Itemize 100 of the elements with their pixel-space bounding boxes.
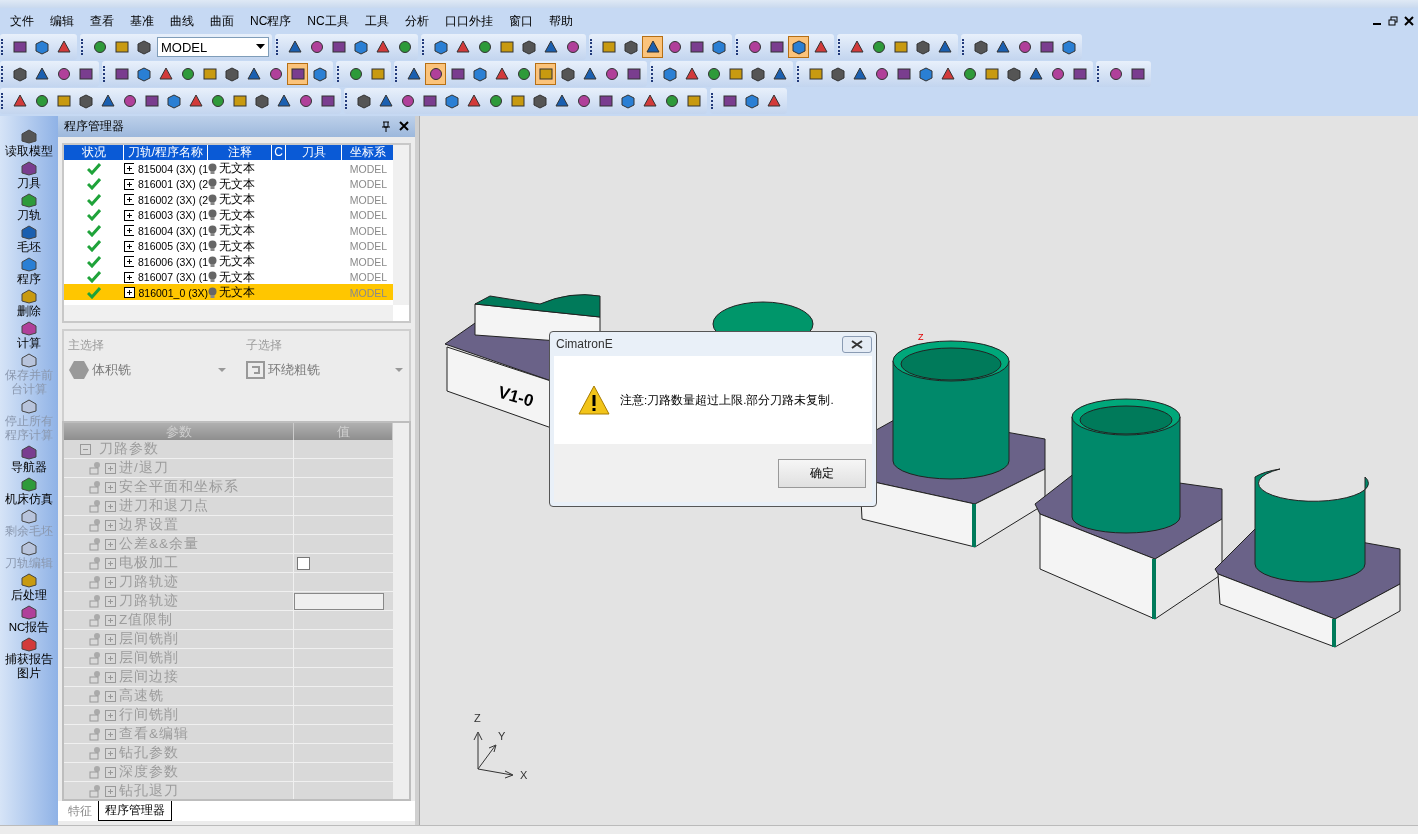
table-row[interactable]: 816001 (3X) (2 无文本 MODEL bbox=[64, 175, 393, 191]
program-name: 815004 (3X) (1 bbox=[137, 162, 208, 175]
tool-icon bbox=[319, 93, 336, 109]
tool-icon bbox=[515, 66, 532, 82]
tool-icon bbox=[20, 192, 38, 208]
expand-icon[interactable] bbox=[124, 194, 134, 205]
sidebar-item[interactable]: 捕获报告图片 bbox=[0, 636, 58, 680]
tool-icon bbox=[749, 66, 766, 82]
table-row[interactable]: 816006 (3X) (1 无文本 MODEL bbox=[64, 253, 393, 269]
sidebar-item[interactable]: 毛坯 bbox=[0, 224, 58, 254]
toolbar-button[interactable] bbox=[642, 36, 663, 58]
table-row[interactable]: 816005 (3X) (1 无文本 MODEL bbox=[64, 237, 393, 253]
column-header[interactable]: C bbox=[272, 145, 286, 160]
tool-icon bbox=[644, 39, 661, 55]
menu-item[interactable]: NC程序 bbox=[242, 12, 300, 30]
tool-icon bbox=[20, 508, 38, 524]
sidebar-item[interactable]: 计算 bbox=[0, 320, 58, 350]
close-button[interactable] bbox=[842, 335, 872, 353]
restore-icon[interactable] bbox=[1388, 16, 1398, 26]
comment-text: 无文本 bbox=[219, 253, 255, 270]
tool-icon bbox=[1060, 39, 1077, 55]
tool-icon bbox=[209, 93, 226, 109]
tool-icon bbox=[20, 128, 38, 144]
expand-icon[interactable] bbox=[124, 287, 135, 298]
ok-button[interactable]: 确定 bbox=[778, 458, 866, 488]
table-row[interactable]: 816001_0 (3X) 无文本 MODEL bbox=[64, 284, 393, 300]
menu-item[interactable]: 编辑 bbox=[42, 12, 82, 30]
menu-item[interactable]: 查看 bbox=[82, 12, 122, 30]
tool-icon bbox=[476, 39, 493, 55]
tool-icon bbox=[20, 572, 38, 588]
menu-item[interactable]: 曲面 bbox=[202, 12, 242, 30]
tool-icon bbox=[812, 39, 829, 55]
table-row[interactable]: 815004 (3X) (1 无文本 MODEL bbox=[64, 160, 393, 176]
tool-icon bbox=[113, 39, 130, 55]
panel-tab[interactable]: 特征 bbox=[62, 802, 98, 821]
parameter-name: 高速铣 bbox=[119, 687, 164, 705]
column-header[interactable]: 注释 bbox=[208, 145, 272, 160]
checkbox[interactable] bbox=[297, 556, 310, 570]
tool-icon bbox=[870, 39, 887, 55]
toolbar-button[interactable] bbox=[425, 63, 446, 85]
menu-item[interactable]: NC工具 bbox=[299, 12, 357, 30]
expand-icon[interactable] bbox=[124, 256, 134, 267]
coordinate-system-text: MODEL bbox=[348, 193, 389, 206]
tool-icon bbox=[498, 39, 515, 55]
model-dropdown[interactable]: MODEL bbox=[157, 37, 269, 57]
sidebar-item[interactable]: 机床仿真 bbox=[0, 476, 58, 506]
close-icon[interactable] bbox=[399, 121, 409, 131]
tool-icon bbox=[55, 39, 72, 55]
expand-icon[interactable] bbox=[124, 240, 134, 252]
expand-icon[interactable] bbox=[124, 178, 134, 190]
part-label: V1-0 bbox=[495, 382, 536, 411]
expand-icon[interactable] bbox=[124, 163, 134, 174]
menu-item[interactable]: 文件 bbox=[2, 12, 42, 30]
table-row[interactable]: 816002 (3X) (2 无文本 MODEL bbox=[64, 191, 393, 207]
expand-icon[interactable] bbox=[124, 209, 134, 221]
tool-icon bbox=[721, 93, 738, 109]
tool-icon bbox=[231, 93, 248, 109]
pin-icon[interactable] bbox=[381, 121, 391, 132]
sidebar-item[interactable]: NC报告 bbox=[0, 604, 58, 634]
tool-icon bbox=[705, 66, 722, 82]
parameter-name: 钻孔参数 bbox=[119, 744, 179, 762]
sidebar-item[interactable]: 导航器 bbox=[0, 444, 58, 474]
sidebar-item[interactable]: 读取模型 bbox=[0, 128, 58, 158]
sidebar-item[interactable]: 后处理 bbox=[0, 572, 58, 602]
tool-icon bbox=[20, 352, 38, 368]
column-header[interactable]: 刀轨/程序名称 bbox=[124, 145, 208, 160]
menu-item[interactable]: 基准 bbox=[122, 12, 162, 30]
sidebar-item[interactable]: 删除 bbox=[0, 288, 58, 318]
expand-icon[interactable] bbox=[124, 271, 134, 283]
value-field[interactable] bbox=[294, 592, 384, 610]
panel-tab[interactable]: 程序管理器 bbox=[98, 801, 172, 821]
main-selection-dropdown[interactable]: 体积铣 bbox=[68, 360, 226, 380]
sidebar-item[interactable]: 刀轨 bbox=[0, 192, 58, 222]
scrollbar[interactable] bbox=[393, 423, 409, 799]
tool-icon bbox=[374, 39, 391, 55]
tool-icon bbox=[352, 39, 369, 55]
table-row[interactable]: 816007 (3X) (1 无文本 MODEL bbox=[64, 268, 393, 284]
expand-icon[interactable] bbox=[124, 225, 134, 236]
menu-item[interactable]: 窗口 bbox=[500, 12, 541, 30]
sub-selection-dropdown[interactable]: 环绕粗铣 bbox=[245, 360, 403, 380]
menu-item[interactable]: 口口外挂 bbox=[436, 12, 501, 30]
close-icon[interactable] bbox=[1404, 16, 1414, 26]
parameter-icon bbox=[89, 651, 102, 665]
toolbar-button[interactable] bbox=[788, 36, 809, 58]
menu-item[interactable]: 帮助 bbox=[540, 12, 581, 30]
table-row[interactable]: 816003 (3X) (1 无文本 MODEL bbox=[64, 206, 393, 222]
sidebar-item[interactable]: 程序 bbox=[0, 256, 58, 286]
menu-item[interactable]: 曲线 bbox=[162, 12, 202, 30]
column-header[interactable]: 刀具 bbox=[286, 145, 342, 160]
parameter-icon bbox=[89, 632, 102, 646]
tool-icon bbox=[559, 66, 576, 82]
scrollbar[interactable] bbox=[393, 145, 409, 305]
menu-item[interactable]: 分析 bbox=[396, 12, 437, 30]
table-row[interactable]: 816004 (3X) (1 无文本 MODEL bbox=[64, 222, 393, 238]
toolbar-button[interactable] bbox=[287, 63, 308, 85]
scrollbar[interactable] bbox=[64, 305, 393, 321]
menu-item[interactable]: 工具 bbox=[356, 12, 397, 30]
sidebar-item[interactable]: 刀具 bbox=[0, 160, 58, 190]
column-header[interactable]: 状况 bbox=[64, 145, 124, 160]
tool-icon bbox=[603, 66, 620, 82]
